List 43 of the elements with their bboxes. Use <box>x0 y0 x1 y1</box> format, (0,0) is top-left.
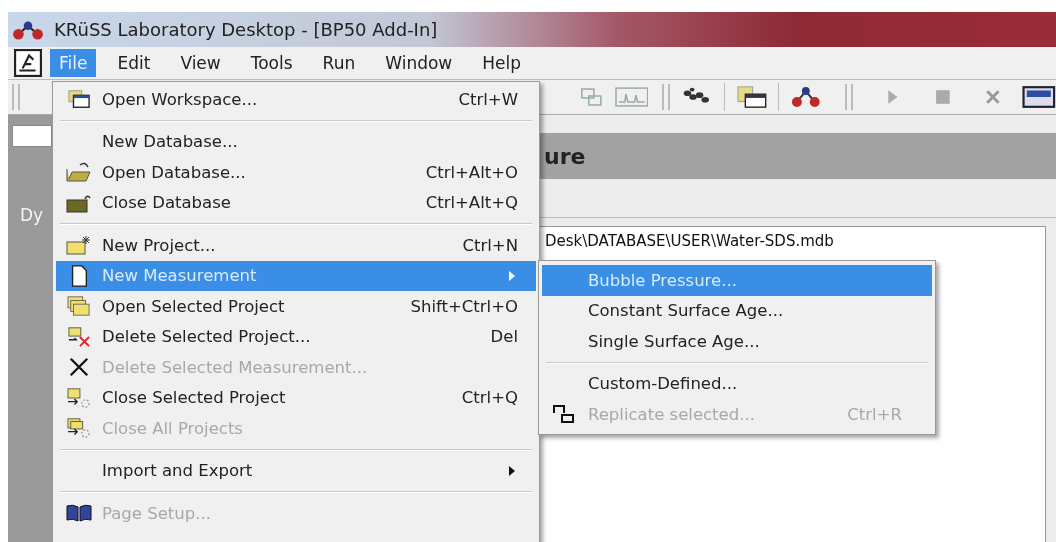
book-icon <box>66 502 92 525</box>
close-icon[interactable] <box>984 89 1001 105</box>
toolbar-grip[interactable] <box>662 84 671 110</box>
menu-entry[interactable]: New Database... <box>56 126 536 157</box>
database-path: Desk\DATABASE\USER\Water-SDS.mdb <box>545 232 834 250</box>
menu-item[interactable]: Edit <box>108 49 160 77</box>
chart-icon[interactable] <box>614 85 649 109</box>
app-menu-icon[interactable] <box>14 49 42 77</box>
new-folder-icon <box>66 234 92 257</box>
open-folder-icon <box>66 161 92 184</box>
monitor-icon[interactable] <box>1022 85 1056 109</box>
menu-item[interactable]: Window <box>376 49 462 77</box>
stop-icon[interactable] <box>934 89 951 105</box>
delete-folder-icon <box>66 325 92 348</box>
submenu-arrow-icon <box>508 464 516 477</box>
menu-item[interactable]: Help <box>473 49 530 77</box>
menu-entry[interactable]: Delete Selected Project... Del <box>56 321 536 352</box>
menu-entry[interactable]: New Project... Ctrl+N <box>56 230 536 261</box>
close-folder-icon <box>66 386 92 409</box>
folders-icon <box>66 295 92 318</box>
workspace-icon <box>66 88 92 111</box>
document-icon[interactable] <box>578 85 605 109</box>
menu-entry[interactable]: Open Database... Ctrl+Alt+O <box>56 157 536 188</box>
toolbar-grip[interactable] <box>12 84 20 110</box>
toolbar-grip[interactable] <box>844 84 853 110</box>
menu-entry[interactable]: Close Selected Project Ctrl+Q <box>56 382 536 413</box>
window-icon[interactable] <box>734 85 769 109</box>
menu-entry[interactable]: Close Database Ctrl+Alt+Q <box>56 187 536 218</box>
menu-item[interactable]: Run <box>313 49 365 77</box>
panel-title: ure <box>544 143 586 169</box>
menu-entry[interactable]: Import and Export <box>56 455 536 486</box>
side-label: Dy <box>19 205 44 225</box>
window-title: KRüSS Laboratory Desktop - [BP50 Add-In] <box>54 19 438 40</box>
close-folder-icon <box>66 417 92 440</box>
menu-item[interactable]: Tools <box>241 49 302 77</box>
menu-item[interactable]: View <box>171 49 230 77</box>
menu-entry[interactable]: Open Selected Project Shift+Ctrl+O <box>56 291 536 322</box>
menu-entry[interactable]: Constant Surface Age... <box>542 295 932 326</box>
molecule-icon[interactable] <box>789 85 823 109</box>
submenu-arrow-icon <box>508 269 516 282</box>
tab[interactable] <box>12 125 52 147</box>
menu-entry[interactable]: Single Surface Age... <box>542 326 932 357</box>
menu-entry[interactable]: Custom-Defined... <box>542 368 932 399</box>
